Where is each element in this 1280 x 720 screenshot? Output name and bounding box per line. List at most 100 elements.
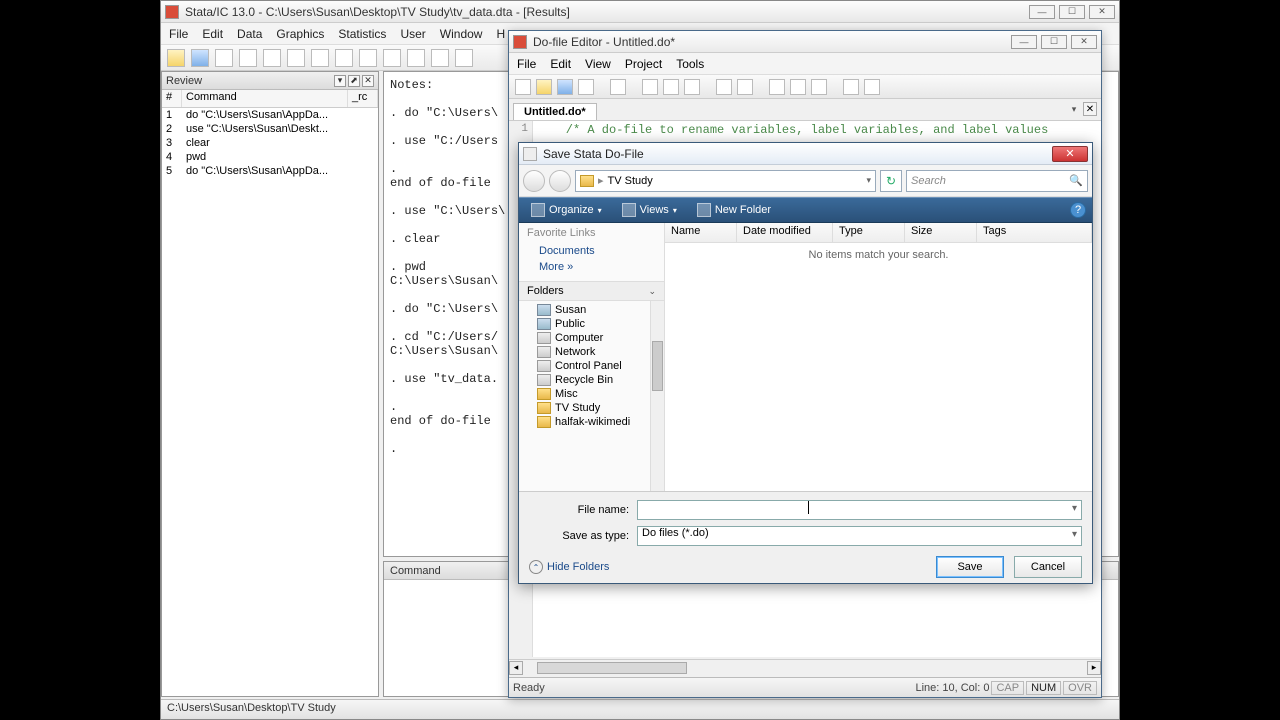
breadcrumb[interactable]: ▸ TV Study ▾	[575, 170, 876, 192]
tree-item[interactable]: Recycle Bin	[537, 373, 664, 387]
col-name[interactable]: Name	[665, 223, 737, 242]
search-input[interactable]: Search 🔍	[906, 170, 1088, 192]
break-icon[interactable]	[431, 49, 449, 67]
tree-item[interactable]: Susan	[537, 303, 664, 317]
review-close-icon[interactable]: ✕	[362, 75, 374, 87]
menu-window[interactable]: Window	[440, 27, 483, 41]
favorite-documents[interactable]: Documents	[519, 243, 664, 259]
new-folder-button[interactable]: New Folder	[691, 201, 777, 219]
col-tags[interactable]: Tags	[977, 223, 1092, 242]
review-row[interactable]: 3clear	[162, 136, 378, 150]
maximize-button[interactable]: ☐	[1059, 5, 1085, 19]
variables-icon[interactable]	[383, 49, 401, 67]
scroll-right-icon[interactable]: ▸	[1087, 661, 1101, 675]
tab-dropdown-icon[interactable]: ▾	[1067, 102, 1081, 116]
tree-item[interactable]: Control Panel	[537, 359, 664, 373]
refresh-button[interactable]: ↻	[880, 170, 902, 192]
find-icon[interactable]	[610, 79, 626, 95]
cut-icon[interactable]	[642, 79, 658, 95]
menu-graphics[interactable]: Graphics	[276, 27, 324, 41]
print-file-icon[interactable]	[578, 79, 594, 95]
dofile-menu-edit[interactable]: Edit	[550, 57, 571, 71]
undo-icon[interactable]	[716, 79, 732, 95]
scroll-left-icon[interactable]: ◂	[509, 661, 523, 675]
tree-item[interactable]: Misc	[537, 387, 664, 401]
print-icon[interactable]	[215, 49, 233, 67]
search-help-icon[interactable]	[455, 49, 473, 67]
dofile-minimize-button[interactable]: —	[1011, 35, 1037, 49]
indent-right-icon[interactable]	[790, 79, 806, 95]
help-button[interactable]: ?	[1070, 202, 1086, 218]
review-row[interactable]: 4pwd	[162, 150, 378, 164]
menu-statistics[interactable]: Statistics	[338, 27, 386, 41]
log-icon[interactable]	[239, 49, 257, 67]
tree-item[interactable]: Computer	[537, 331, 664, 345]
cancel-button[interactable]: Cancel	[1014, 556, 1082, 578]
save-file-icon[interactable]	[557, 79, 573, 95]
menu-user[interactable]: User	[400, 27, 425, 41]
col-size[interactable]: Size	[905, 223, 977, 242]
menu-data[interactable]: Data	[237, 27, 262, 41]
col-date[interactable]: Date modified	[737, 223, 833, 242]
open-icon[interactable]	[167, 49, 185, 67]
organize-button[interactable]: Organize▾	[525, 201, 608, 219]
redo-icon[interactable]	[737, 79, 753, 95]
nav-forward-button[interactable]	[549, 170, 571, 192]
folders-heading[interactable]: Folders⌄	[519, 281, 664, 301]
indent-left-icon[interactable]	[769, 79, 785, 95]
close-button[interactable]: ✕	[1089, 5, 1115, 19]
dofile-maximize-button[interactable]: ☐	[1041, 35, 1067, 49]
data-editor-icon[interactable]	[335, 49, 353, 67]
dofile-icon[interactable]	[311, 49, 329, 67]
favorites-more[interactable]: More »	[519, 259, 664, 275]
col-type[interactable]: Type	[833, 223, 905, 242]
menu-help[interactable]: H	[496, 27, 505, 41]
dofile-menu-tools[interactable]: Tools	[676, 57, 704, 71]
savetype-select[interactable]: Do files (*.do)	[637, 526, 1082, 546]
review-col-cmd[interactable]: Command	[182, 90, 348, 107]
data-browser-icon[interactable]	[359, 49, 377, 67]
execute-icon[interactable]	[864, 79, 880, 95]
tree-scrollbar[interactable]	[650, 301, 664, 491]
scroll-thumb[interactable]	[537, 662, 687, 674]
dofile-tab[interactable]: Untitled.do*	[513, 103, 597, 120]
new-icon[interactable]	[515, 79, 531, 95]
review-row[interactable]: 1do "C:\Users\Susan\AppDa...	[162, 108, 378, 122]
dofile-menu-file[interactable]: File	[517, 57, 536, 71]
copy-icon[interactable]	[663, 79, 679, 95]
tree-item[interactable]: TV Study	[537, 401, 664, 415]
tab-close-icon[interactable]: ✕	[1083, 102, 1097, 116]
open-file-icon[interactable]	[536, 79, 552, 95]
viewer-icon[interactable]	[263, 49, 281, 67]
editor-hscrollbar[interactable]: ◂ ▸	[509, 659, 1101, 675]
paste-icon[interactable]	[684, 79, 700, 95]
tree-item[interactable]: halfak-wikimedi	[537, 415, 664, 429]
nav-back-button[interactable]	[523, 170, 545, 192]
dofile-menu-project[interactable]: Project	[625, 57, 662, 71]
dofile-close-button[interactable]: ✕	[1071, 35, 1097, 49]
tree-item[interactable]: Network	[537, 345, 664, 359]
save-button[interactable]: Save	[936, 556, 1004, 578]
menu-edit[interactable]: Edit	[202, 27, 223, 41]
breadcrumb-folder[interactable]: TV Study	[608, 175, 653, 187]
minimize-button[interactable]: —	[1029, 5, 1055, 19]
menu-file[interactable]: File	[169, 27, 188, 41]
dofile-menu-view[interactable]: View	[585, 57, 611, 71]
run-icon[interactable]	[843, 79, 859, 95]
bookmark-icon[interactable]	[811, 79, 827, 95]
review-pin-icon[interactable]: ⬈	[348, 75, 360, 87]
review-filter-icon[interactable]: ▾	[334, 75, 346, 87]
filename-input[interactable]	[637, 500, 1082, 520]
review-col-num[interactable]: #	[162, 90, 182, 107]
dialog-close-button[interactable]: ✕	[1052, 146, 1088, 162]
review-row[interactable]: 5do "C:\Users\Susan\AppDa...	[162, 164, 378, 178]
scroll-thumb[interactable]	[652, 341, 663, 391]
review-col-rc[interactable]: _rc	[348, 90, 378, 107]
graph-icon[interactable]	[287, 49, 305, 67]
review-row[interactable]: 2use "C:\Users\Susan\Deskt...	[162, 122, 378, 136]
views-button[interactable]: Views▾	[616, 201, 683, 219]
hide-folders-toggle[interactable]: ⌃Hide Folders	[529, 560, 609, 574]
save-icon[interactable]	[191, 49, 209, 67]
tree-item[interactable]: Public	[537, 317, 664, 331]
clear-icon[interactable]	[407, 49, 425, 67]
